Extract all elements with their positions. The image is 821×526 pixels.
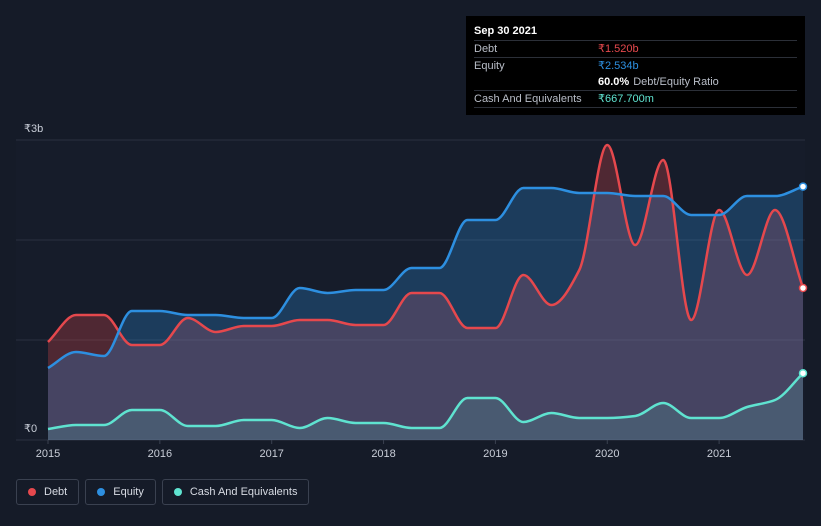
legend: Debt Equity Cash And Equivalents <box>16 479 310 505</box>
x-tick-2: 2017 <box>259 448 283 460</box>
x-tick-5: 2020 <box>595 448 619 460</box>
legend-item-cash[interactable]: Cash And Equivalents <box>161 479 310 505</box>
legend-dot-equity-icon <box>97 488 106 496</box>
legend-item-debt[interactable]: Debt <box>16 479 80 505</box>
tooltip-date: Sep 30 2021 <box>474 25 537 37</box>
endpoint-cash-and-equivalents <box>798 368 808 378</box>
x-tick-0: 2015 <box>36 448 60 460</box>
y-tick-0: ₹0 <box>24 423 37 435</box>
tooltip-row-debt: Debt ₹1.520b <box>474 40 797 57</box>
tooltip-cash-label: Cash And Equivalents <box>474 93 582 105</box>
tooltip-cash-value: ₹667.700m <box>598 93 654 105</box>
tooltip-debt-label: Debt <box>474 43 498 55</box>
tooltip-ratio-value: 60.0% <box>598 76 630 88</box>
x-tick-labels: 2015 2016 2017 2018 2019 2020 2021 <box>36 440 731 460</box>
endpoint-debt <box>798 283 808 293</box>
tooltip-row-cash: Cash And Equivalents ₹667.700m <box>474 90 797 108</box>
legend-dot-debt-icon <box>28 488 36 496</box>
y-tick-1: ₹3b <box>24 123 43 135</box>
tooltip-ratio-label: Debt/Equity Ratio <box>633 76 719 88</box>
tooltip-equity-label: Equity <box>474 60 505 72</box>
legend-label-cash: Cash And Equivalents <box>189 486 298 498</box>
tooltip: Sep 30 2021 Debt ₹1.520b Equity ₹2.534b … <box>466 16 805 115</box>
legend-item-equity[interactable]: Equity <box>85 479 156 505</box>
tooltip-equity-value: ₹2.534b <box>598 60 639 72</box>
x-tick-6: 2021 <box>707 448 731 460</box>
x-tick-3: 2018 <box>371 448 395 460</box>
x-tick-1: 2016 <box>148 448 172 460</box>
legend-label-debt: Debt <box>44 486 68 498</box>
endpoint-equity <box>798 182 808 191</box>
tooltip-row-equity: Equity ₹2.534b <box>474 57 797 74</box>
legend-label-equity: Equity <box>113 486 144 498</box>
legend-dot-cash-icon <box>173 488 182 496</box>
tooltip-debt-value: ₹1.520b <box>598 43 639 55</box>
x-tick-4: 2019 <box>483 448 507 460</box>
tooltip-row-ratio: 60.0% Debt/Equity Ratio <box>474 74 797 90</box>
